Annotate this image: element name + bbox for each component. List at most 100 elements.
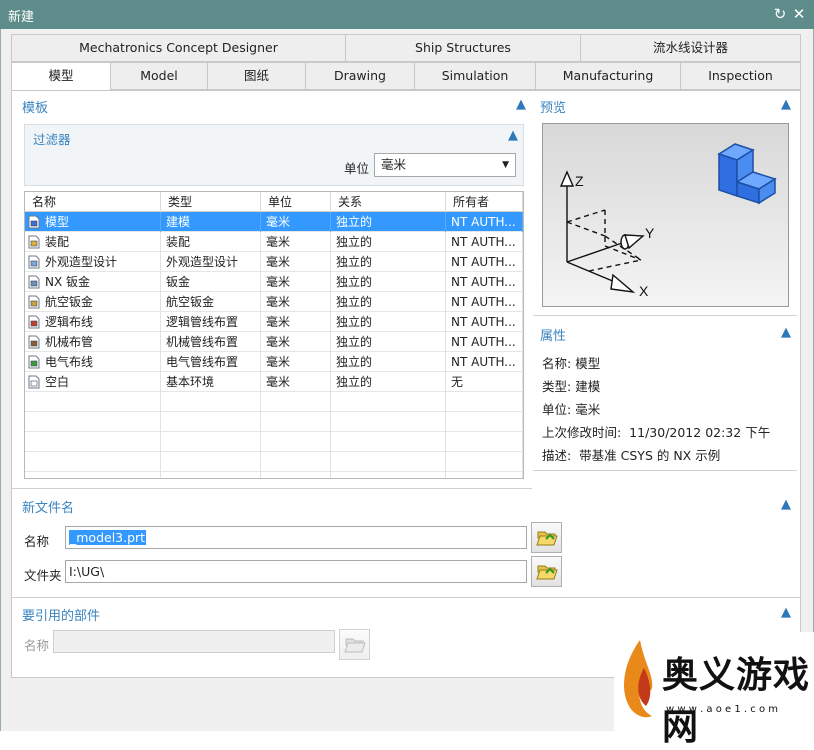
cell-relation: 独立的 [331, 372, 446, 392]
collapse-properties-icon[interactable]: ▲ [779, 326, 793, 340]
ref-name-input [53, 630, 335, 653]
cell-type: 机械管线布置 [161, 332, 261, 352]
collapse-ref-parts-icon[interactable]: ▲ [779, 606, 793, 620]
cell-owner: NT AUTH... [446, 252, 523, 272]
prop-name: 名称: 模型 [542, 356, 601, 371]
block-model-icon [717, 143, 777, 205]
cell-type: 航空钣金 [161, 292, 261, 312]
sheet-metal-icon [27, 275, 41, 289]
cell-owner: 无 [446, 372, 523, 392]
collapse-filter-icon[interactable]: ▲ [506, 129, 520, 143]
shape-design-icon [27, 255, 41, 269]
cell-unit: 毫米 [261, 252, 331, 272]
browse-folder-button[interactable] [531, 556, 562, 587]
cell-name: 机械布管 [25, 332, 161, 352]
tab-mechatronics[interactable]: Mechatronics Concept Designer [11, 34, 346, 62]
file-name-value: _model3.prt [69, 530, 147, 545]
cell-name: 航空钣金 [25, 292, 161, 312]
table-row[interactable]: NX 钣金 钣金 毫米 独立的 NT AUTH... [25, 272, 523, 292]
cell-name: NX 钣金 [25, 272, 161, 292]
table-row[interactable]: 空白 基本环境 毫米 独立的无 [25, 372, 523, 392]
tab-model-cn[interactable]: 模型 [11, 62, 111, 91]
cell-type: 装配 [161, 232, 261, 252]
cell-relation: 独立的 [331, 212, 446, 232]
tab-drawing-cn[interactable]: 图纸 [207, 62, 306, 90]
col-unit[interactable]: 单位 [261, 192, 331, 212]
cell-owner: NT AUTH... [446, 272, 523, 292]
cell-name: 电气布线 [25, 352, 161, 372]
folder-label: 文件夹 [24, 568, 62, 583]
collapse-preview-icon[interactable]: ▲ [779, 98, 793, 112]
cell-name: 外观造型设计 [25, 252, 161, 272]
table-row[interactable]: 电气布线 电气管线布置 毫米 独立的 NT AUTH... [25, 352, 523, 372]
cell-unit: 毫米 [261, 272, 331, 292]
table-row[interactable]: 航空钣金 航空钣金 毫米 独立的 NT AUTH... [25, 292, 523, 312]
col-relation[interactable]: 关系 [331, 192, 446, 212]
aero-sheet-metal-icon [27, 295, 41, 309]
table-row[interactable]: 装配 装配 毫米 独立的 NT AUTH... [25, 232, 523, 252]
cell-relation: 独立的 [331, 232, 446, 252]
unit-select-value: 毫米 [381, 157, 407, 172]
logical-routing-icon [27, 315, 41, 329]
reset-icon[interactable]: ↻ [771, 4, 789, 24]
divider [12, 597, 800, 598]
filter-title: 过滤器 [33, 132, 71, 147]
cell-owner: NT AUTH... [446, 212, 523, 232]
ref-parts-title: 要引用的部件 [22, 609, 101, 624]
folder-value: I:\UG\ [69, 564, 105, 579]
electrical-routing-icon [27, 355, 41, 369]
cell-type: 逻辑管线布置 [161, 312, 261, 332]
tab-drawing[interactable]: Drawing [305, 62, 415, 90]
tab-manufacturing[interactable]: Manufacturing [535, 62, 681, 90]
folder-input[interactable]: I:\UG\ [65, 560, 527, 583]
close-icon[interactable]: ✕ [790, 4, 808, 24]
tab-inspection[interactable]: Inspection [680, 62, 801, 90]
empty-row [25, 412, 523, 432]
browse-name-button[interactable] [531, 522, 562, 553]
empty-row [25, 392, 523, 412]
watermark-text: 奥义游戏网 [662, 654, 811, 748]
tab-line-designer[interactable]: 流水线设计器 [580, 34, 801, 62]
cell-type: 外观造型设计 [161, 252, 261, 272]
collapse-new-file-icon[interactable]: ▲ [779, 498, 793, 512]
cell-unit: 毫米 [261, 332, 331, 352]
folder-open-icon [536, 565, 558, 580]
table-row[interactable]: 外观造型设计 外观造型设计 毫米 独立的 NT AUTH... [25, 252, 523, 272]
cell-owner: NT AUTH... [446, 312, 523, 332]
axis-z-label: Z [575, 173, 584, 189]
table-row[interactable]: 逻辑布线 逻辑管线布置 毫米 独立的 NT AUTH... [25, 312, 523, 332]
tab-ship-structures[interactable]: Ship Structures [345, 34, 581, 62]
cell-unit: 毫米 [261, 212, 331, 232]
templates-table[interactable]: 名称 类型 单位 关系 所有者 模型 建模 毫米 独立的 NT AUTH... 装配 装配毫… [24, 191, 524, 479]
unit-select[interactable]: 毫米 ▼ [374, 153, 516, 177]
cell-owner: NT AUTH... [446, 332, 523, 352]
cell-relation: 独立的 [331, 312, 446, 332]
col-owner[interactable]: 所有者 [446, 192, 523, 212]
preview-title: 预览 [540, 101, 567, 116]
new-file-title: 新文件名 [22, 501, 75, 516]
unit-label: 单位 [344, 161, 370, 176]
file-name-input[interactable]: _model3.prt [65, 526, 527, 549]
prop-modified: 上次修改时间: 11/30/2012 02:32 下午 [542, 425, 771, 440]
cell-name: 装配 [25, 232, 161, 252]
cell-unit: 毫米 [261, 292, 331, 312]
table-row[interactable]: 机械布管 机械管线布置 毫米 独立的 NT AUTH... [25, 332, 523, 352]
tab-model[interactable]: Model [110, 62, 208, 90]
flame-logo-icon [624, 640, 653, 718]
cell-unit: 毫米 [261, 352, 331, 372]
axis-x-label: X [639, 283, 649, 299]
col-name[interactable]: 名称 [25, 192, 161, 212]
csys-preview-graphic: Z Y X [559, 143, 777, 299]
csys-axes [559, 170, 645, 294]
tab-simulation[interactable]: Simulation [414, 62, 536, 90]
ref-name-label: 名称 [24, 638, 50, 653]
blank-icon [27, 375, 41, 389]
empty-row [25, 472, 523, 478]
col-type[interactable]: 类型 [161, 192, 261, 212]
table-row[interactable]: 模型 建模 毫米 独立的 NT AUTH... [25, 212, 523, 232]
collapse-templates-icon[interactable]: ▲ [514, 98, 528, 112]
file-name-label: 名称 [24, 534, 50, 549]
axis-y-label: Y [645, 225, 655, 241]
templates-title: 模板 [22, 101, 49, 116]
divider [533, 315, 797, 316]
